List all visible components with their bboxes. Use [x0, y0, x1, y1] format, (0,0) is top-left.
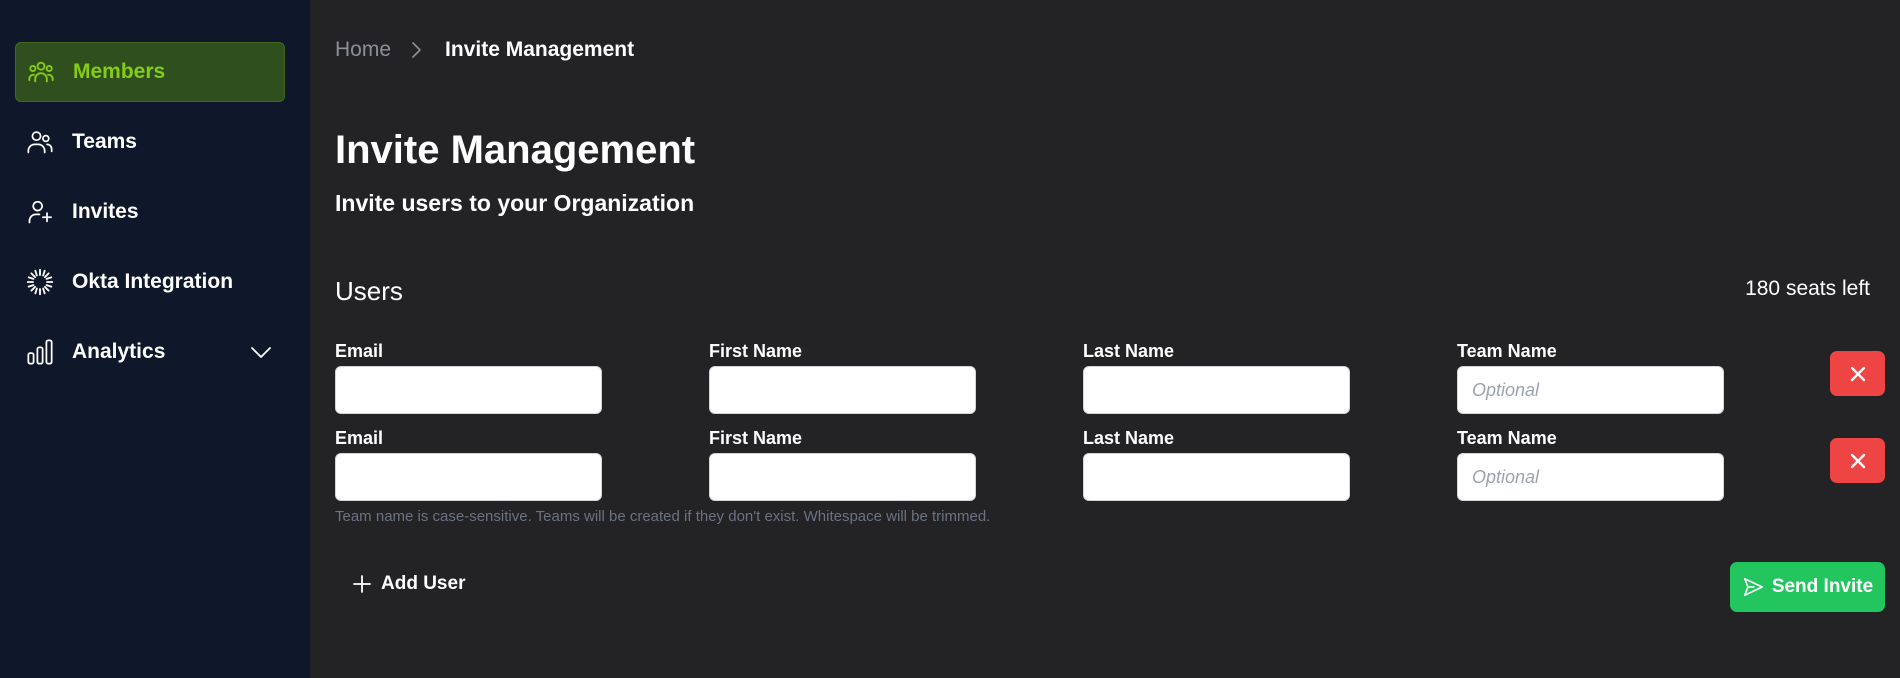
send-invite-label: Send Invite	[1771, 576, 1874, 597]
last-name-input[interactable]	[1083, 366, 1350, 414]
last-name-label: Last Name	[1083, 428, 1175, 448]
sidebar-item-members[interactable]: Members	[15, 42, 285, 102]
users-group-icon	[26, 57, 56, 87]
user-plus-icon	[25, 197, 55, 227]
breadcrumb-current: Invite Management	[445, 38, 635, 61]
sidebar-item-analytics[interactable]: Analytics	[15, 322, 285, 382]
first-name-label: First Name	[709, 428, 803, 448]
sidebar-item-label: Teams	[72, 130, 137, 153]
sidebar-item-label: Members	[73, 60, 166, 83]
close-icon	[1850, 453, 1865, 468]
page-subtitle: Invite users to your Organization	[335, 190, 695, 216]
app-root: Members Teams Invites Okta Integration A…	[0, 0, 1900, 678]
sidebar: Members Teams Invites Okta Integration A…	[0, 0, 310, 678]
main-content: Home Invite Management Invite Management…	[310, 0, 1900, 678]
sidebar-item-teams[interactable]: Teams	[15, 112, 285, 172]
chevron-down-icon[interactable]	[249, 340, 273, 364]
chevron-right-icon	[409, 41, 423, 59]
last-name-field-group: Last Name	[1083, 427, 1350, 501]
add-user-button[interactable]: Add User	[352, 573, 465, 595]
page-title: Invite Management	[335, 128, 696, 172]
email-input[interactable]	[335, 453, 602, 501]
team-name-label: Team Name	[1457, 428, 1557, 448]
users-section-title: Users	[335, 276, 403, 306]
team-name-field-group: Team Name	[1457, 340, 1724, 414]
last-name-input[interactable]	[1083, 453, 1350, 501]
remove-user-button[interactable]	[1830, 438, 1885, 483]
sidebar-item-label: Analytics	[72, 340, 166, 363]
email-field-group: Email	[335, 427, 602, 501]
plus-icon	[353, 575, 371, 593]
send-icon	[1743, 577, 1763, 597]
close-icon	[1850, 366, 1865, 381]
sidebar-item-label: Okta Integration	[72, 270, 234, 293]
first-name-label: First Name	[709, 341, 803, 361]
bar-chart-icon	[25, 337, 55, 367]
first-name-field-group: First Name	[709, 340, 976, 414]
team-name-input[interactable]	[1457, 453, 1724, 501]
last-name-field-group: Last Name	[1083, 340, 1350, 414]
email-field-group: Email	[335, 340, 602, 414]
team-name-field-group: Team Name	[1457, 427, 1724, 501]
team-icon	[25, 127, 55, 157]
first-name-input[interactable]	[709, 453, 976, 501]
add-user-label: Add User	[381, 573, 466, 594]
user-row: Email First Name Last Name Team Name	[335, 340, 1895, 414]
remove-user-button[interactable]	[1830, 351, 1885, 396]
first-name-field-group: First Name	[709, 427, 976, 501]
first-name-input[interactable]	[709, 366, 976, 414]
send-invite-button[interactable]: Send Invite	[1730, 562, 1885, 612]
user-row: Email First Name Last Name Team Name	[335, 427, 1895, 501]
team-name-hint: Team name is case-sensitive. Teams will …	[335, 508, 991, 525]
email-label: Email	[335, 341, 384, 361]
email-label: Email	[335, 428, 384, 448]
sidebar-item-okta-integration[interactable]: Okta Integration	[15, 252, 285, 312]
team-name-input[interactable]	[1457, 366, 1724, 414]
team-name-label: Team Name	[1457, 341, 1557, 361]
okta-icon	[25, 267, 55, 297]
seats-left-count: 180 seats left	[1745, 277, 1870, 300]
breadcrumb: Home Invite Management	[335, 38, 634, 62]
sidebar-item-label: Invites	[72, 200, 139, 223]
breadcrumb-home-link[interactable]: Home	[335, 38, 391, 62]
email-input[interactable]	[335, 366, 602, 414]
last-name-label: Last Name	[1083, 341, 1175, 361]
sidebar-item-invites[interactable]: Invites	[15, 182, 285, 242]
